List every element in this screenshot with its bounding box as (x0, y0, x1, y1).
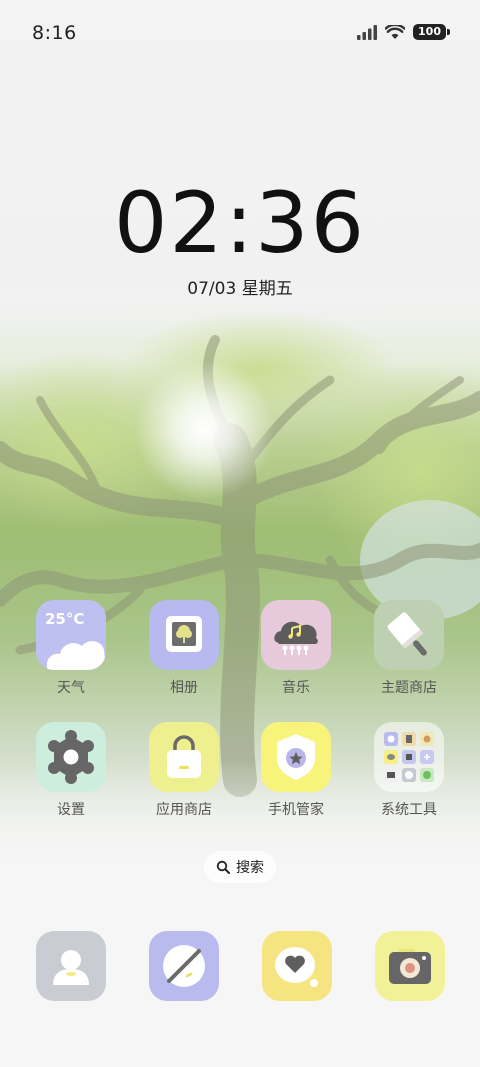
app-label: 设置 (57, 802, 85, 818)
browser-icon (163, 945, 205, 987)
home-date[interactable]: 07/03 星期五 (0, 274, 480, 299)
wifi-icon (385, 24, 406, 39)
folder-grid-icon (384, 732, 434, 782)
app-label: 系统工具 (381, 802, 437, 818)
app-app-store[interactable]: 应用商店 (134, 722, 234, 819)
search-icon (216, 860, 230, 874)
app-gallery[interactable]: 相册 (134, 600, 234, 697)
status-icons: 100 (357, 24, 450, 40)
weather-icon: 25°C (36, 600, 106, 670)
dock-camera-button[interactable] (375, 931, 445, 1001)
app-music[interactable]: 音乐 (246, 600, 346, 697)
gear-icon (48, 730, 94, 784)
paint-brush-icon (387, 612, 427, 656)
app-label: 相册 (170, 680, 198, 696)
status-time: 8:16 (32, 22, 77, 44)
app-label: 主题商店 (381, 680, 437, 696)
home-screen: 8:16 100 02:36 07/03 星期五 25°C 天气 相册 音乐 主… (0, 0, 480, 1067)
search-label: 搜索 (236, 860, 264, 876)
cloud-icon (46, 641, 106, 670)
music-icon (261, 600, 331, 670)
theme-store-icon (374, 600, 444, 670)
gallery-icon (149, 600, 219, 670)
battery-level: 100 (413, 24, 446, 40)
app-theme-store[interactable]: 主题商店 (359, 600, 459, 697)
shield-icon (277, 734, 315, 780)
dock-messages-button[interactable] (262, 931, 332, 1001)
battery-tip (447, 29, 450, 35)
music-cloud-icon (274, 621, 318, 655)
app-label: 应用商店 (156, 802, 212, 818)
app-store-icon (149, 722, 219, 792)
battery-indicator: 100 (413, 24, 450, 40)
gallery-frame-icon (166, 616, 202, 652)
cellular-signal-icon (357, 24, 378, 40)
app-weather[interactable]: 25°C 天气 (21, 600, 121, 697)
camera-icon (389, 949, 431, 984)
app-label: 音乐 (282, 680, 310, 696)
contacts-icon (53, 950, 89, 985)
shopping-bag-icon (167, 735, 201, 778)
settings-icon (36, 722, 106, 792)
app-settings[interactable]: 设置 (21, 722, 121, 819)
app-label: 手机管家 (268, 802, 324, 818)
folder-system-tools[interactable]: 系统工具 (359, 722, 459, 819)
home-clock[interactable]: 02:36 (0, 178, 480, 268)
search-button[interactable]: 搜索 (204, 851, 276, 883)
app-label: 天气 (57, 680, 85, 696)
dock-contacts-button[interactable] (36, 931, 106, 1001)
app-phone-manager[interactable]: 手机管家 (246, 722, 346, 819)
system-tools-folder-icon (374, 722, 444, 792)
messages-icon (275, 947, 318, 987)
dock-browser-button[interactable] (149, 931, 219, 1001)
phone-manager-icon (261, 722, 331, 792)
status-bar: 8:16 100 (0, 0, 480, 68)
